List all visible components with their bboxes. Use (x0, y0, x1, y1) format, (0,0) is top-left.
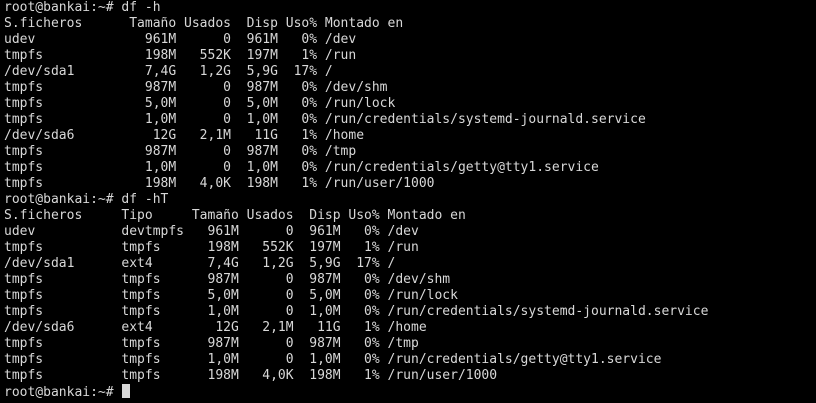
terminal-line: /dev/sda1 ext4 7,4G 1,2G 5,9G 17% / (4, 256, 396, 271)
terminal-line: udev devtmpfs 961M 0 961M 0% /dev (4, 224, 419, 239)
terminal-line: tmpfs tmpfs 1,0M 0 1,0M 0% /run/credenti… (4, 304, 709, 319)
terminal-line: S.ficheros Tipo Tamaño Usados Disp Uso% … (4, 208, 466, 223)
terminal-line: tmpfs 987M 0 987M 0% /dev/shm (4, 80, 388, 95)
terminal-line: tmpfs tmpfs 1,0M 0 1,0M 0% /run/credenti… (4, 352, 662, 367)
terminal-line: tmpfs 198M 4,0K 198M 1% /run/user/1000 (4, 176, 435, 191)
terminal-window[interactable]: root@bankai:~# df -h S.ficheros Tamaño Us… (0, 0, 816, 403)
terminal-line: S.ficheros Tamaño Usados Disp Uso% Monta… (4, 16, 404, 31)
terminal-prompt-line[interactable]: root@bankai:~# (4, 384, 816, 400)
terminal-line: tmpfs 198M 552K 197M 1% /run (4, 48, 357, 63)
terminal-line: /dev/sda6 12G 2,1M 11G 1% /home (4, 128, 365, 143)
terminal-line: /dev/sda1 7,4G 1,2G 5,9G 17% / (4, 64, 333, 79)
terminal-line: tmpfs tmpfs 987M 0 987M 0% /dev/shm (4, 272, 451, 287)
terminal-line: tmpfs tmpfs 5,0M 0 5,0M 0% /run/lock (4, 288, 458, 303)
terminal-line: tmpfs 5,0M 0 5,0M 0% /run/lock (4, 96, 396, 111)
terminal-line: /dev/sda6 ext4 12G 2,1M 11G 1% /home (4, 320, 427, 335)
terminal-line: udev 961M 0 961M 0% /dev (4, 32, 357, 47)
text-cursor (122, 384, 131, 398)
terminal-line: root@bankai:~# df -h (4, 0, 161, 15)
terminal-line: tmpfs tmpfs 198M 4,0K 198M 1% /run/user/… (4, 368, 498, 383)
terminal-prompt: root@bankai:~# (4, 385, 122, 400)
terminal-line: tmpfs 987M 0 987M 0% /tmp (4, 144, 357, 159)
terminal-line: tmpfs 1,0M 0 1,0M 0% /run/credentials/sy… (4, 112, 646, 127)
terminal-line: tmpfs 1,0M 0 1,0M 0% /run/credentials/ge… (4, 160, 599, 175)
terminal-output: root@bankai:~# df -h S.ficheros Tamaño Us… (4, 0, 816, 384)
terminal-line: root@bankai:~# df -hT (4, 192, 169, 207)
terminal-line: tmpfs tmpfs 198M 552K 197M 1% /run (4, 240, 419, 255)
terminal-line: tmpfs tmpfs 987M 0 987M 0% /tmp (4, 336, 419, 351)
